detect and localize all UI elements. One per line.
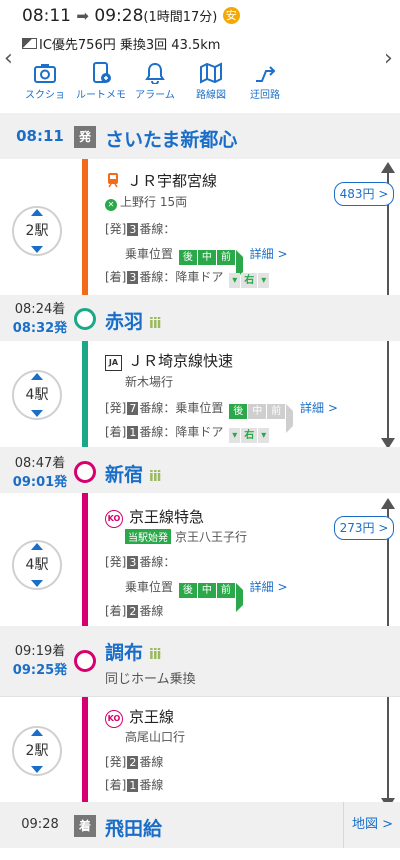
detour-icon xyxy=(256,66,276,82)
fare-button[interactable]: 483円 > xyxy=(334,182,394,206)
departure-platform: [発] 3 番線： xyxy=(105,555,176,569)
ic-card-icon xyxy=(22,38,37,49)
train-line-name[interactable]: KO 京王線特急 xyxy=(105,506,204,528)
arrival-platform: [着] 3 番線：降車ドア ▾ 右 ▾ xyxy=(105,268,272,288)
route-summary-header: 08:11 ➡ 09:28(1時間17分) 安 IC優先756円 乗換3回 43… xyxy=(0,0,400,113)
no-smoking-icon: ✕ xyxy=(105,199,117,211)
crowd-indicator-icon: iii xyxy=(149,469,161,485)
train-destination: 高尾山口行 xyxy=(125,730,186,744)
camera-icon xyxy=(34,64,56,83)
expand-up-icon xyxy=(31,543,43,550)
safety-badge: 安 xyxy=(222,7,240,24)
transfer-count: 乗換3回 xyxy=(119,38,168,53)
map-button[interactable]: 地図 > xyxy=(343,802,400,848)
expand-up-icon xyxy=(31,373,43,380)
line-segment-utsunomiya xyxy=(82,148,88,318)
bell-icon xyxy=(145,62,165,84)
station-name[interactable]: さいたま新都心 xyxy=(105,125,237,152)
stop-count-toggle[interactable]: 4駅 xyxy=(12,370,62,420)
departure-platform: [発] 2 番線 xyxy=(105,755,164,769)
station-node xyxy=(74,308,96,330)
train-destination: 当駅始発 京王八王子行 xyxy=(125,528,247,545)
detail-link[interactable]: 詳細 > xyxy=(250,247,288,261)
expand-down-icon xyxy=(31,246,43,253)
expand-up-icon xyxy=(31,209,43,216)
transfer-note: 同じホーム乗換 xyxy=(105,672,196,687)
expand-up-icon xyxy=(31,729,43,736)
divider xyxy=(0,696,400,697)
detail-link[interactable]: 詳細 > xyxy=(250,580,288,594)
crowd-indicator-icon: iii xyxy=(149,316,161,332)
expand-down-icon xyxy=(31,766,43,773)
exit-door-indicator: ▾ 右 ▾ xyxy=(229,273,270,288)
jr-logo-icon: JA xyxy=(105,355,122,371)
arrive-time: 09:28 xyxy=(94,6,144,26)
train-line-name[interactable]: JA ＪＲ埼京線快速 xyxy=(105,350,233,371)
train-icon xyxy=(108,173,118,188)
crowd-indicator-icon: iii xyxy=(149,647,161,663)
station-time: 08:11 xyxy=(16,127,64,145)
detail-link[interactable]: 詳細 > xyxy=(300,401,338,415)
route-subinfo: IC優先756円 乗換3回 43.5km xyxy=(22,34,220,53)
station-name[interactable]: 赤羽 iii xyxy=(105,307,161,334)
arrow-right-icon: ➡ xyxy=(76,7,89,25)
train-line-name[interactable]: KO 京王線 xyxy=(105,706,174,728)
arrival-mark: 着 xyxy=(74,815,96,837)
distance: 43.5km xyxy=(171,38,221,53)
station-time: 08:24着 08:32発 xyxy=(12,302,68,336)
stop-count-toggle[interactable]: 2駅 xyxy=(12,726,62,776)
station-time: 09:28 xyxy=(21,817,59,832)
keio-logo-icon: KO xyxy=(105,510,123,528)
arrival-platform: [着] 1 番線：降車ドア ▾ 右 ▾ xyxy=(105,423,272,443)
stop-count-toggle[interactable]: 4駅 xyxy=(12,540,62,590)
station-time: 08:47着 09:01発 xyxy=(12,456,68,490)
station-name[interactable]: 飛田給 xyxy=(105,814,162,841)
depart-time: 08:11 xyxy=(22,6,71,26)
route-times: 08:11 ➡ 09:28(1時間17分) 安 xyxy=(22,6,240,26)
arrival-platform: [着] 2 番線 xyxy=(105,604,164,618)
train-line-name[interactable]: ＪＲ宇都宮線 xyxy=(105,170,217,191)
fare-info: IC優先756円 xyxy=(39,38,116,53)
train-destination: 新木場行 xyxy=(125,375,174,389)
stop-count-toggle[interactable]: 2駅 xyxy=(12,206,62,256)
detour-button[interactable]: 迂回路 xyxy=(230,62,300,101)
expand-down-icon xyxy=(31,580,43,587)
memo-icon xyxy=(93,62,111,83)
departure-mark: 発 xyxy=(74,126,96,148)
station-name[interactable]: 新宿 iii xyxy=(105,460,161,487)
car-position-indicator: 後中前 xyxy=(178,583,244,612)
expand-down-icon xyxy=(31,410,43,417)
station-node xyxy=(74,650,96,672)
exit-door-indicator: ▾ 右 ▾ xyxy=(229,428,270,443)
station-name[interactable]: 調布 iii xyxy=(105,638,161,665)
next-route-chevron-icon[interactable]: › xyxy=(384,46,393,71)
station-time: 09:19着 09:25発 xyxy=(12,644,68,678)
keio-logo-icon: KO xyxy=(105,710,123,728)
departure-platform: [発] 3 番線： xyxy=(105,222,176,236)
arrival-platform: [着] 1 番線 xyxy=(105,778,164,792)
train-destination: ✕ 上野行 15両 xyxy=(105,193,187,211)
map-icon xyxy=(200,62,222,84)
origin-station-badge: 当駅始発 xyxy=(125,529,171,544)
duration: (1時間17分) xyxy=(143,10,218,25)
station-node xyxy=(74,461,96,483)
fare-button[interactable]: 273円 > xyxy=(334,516,394,540)
